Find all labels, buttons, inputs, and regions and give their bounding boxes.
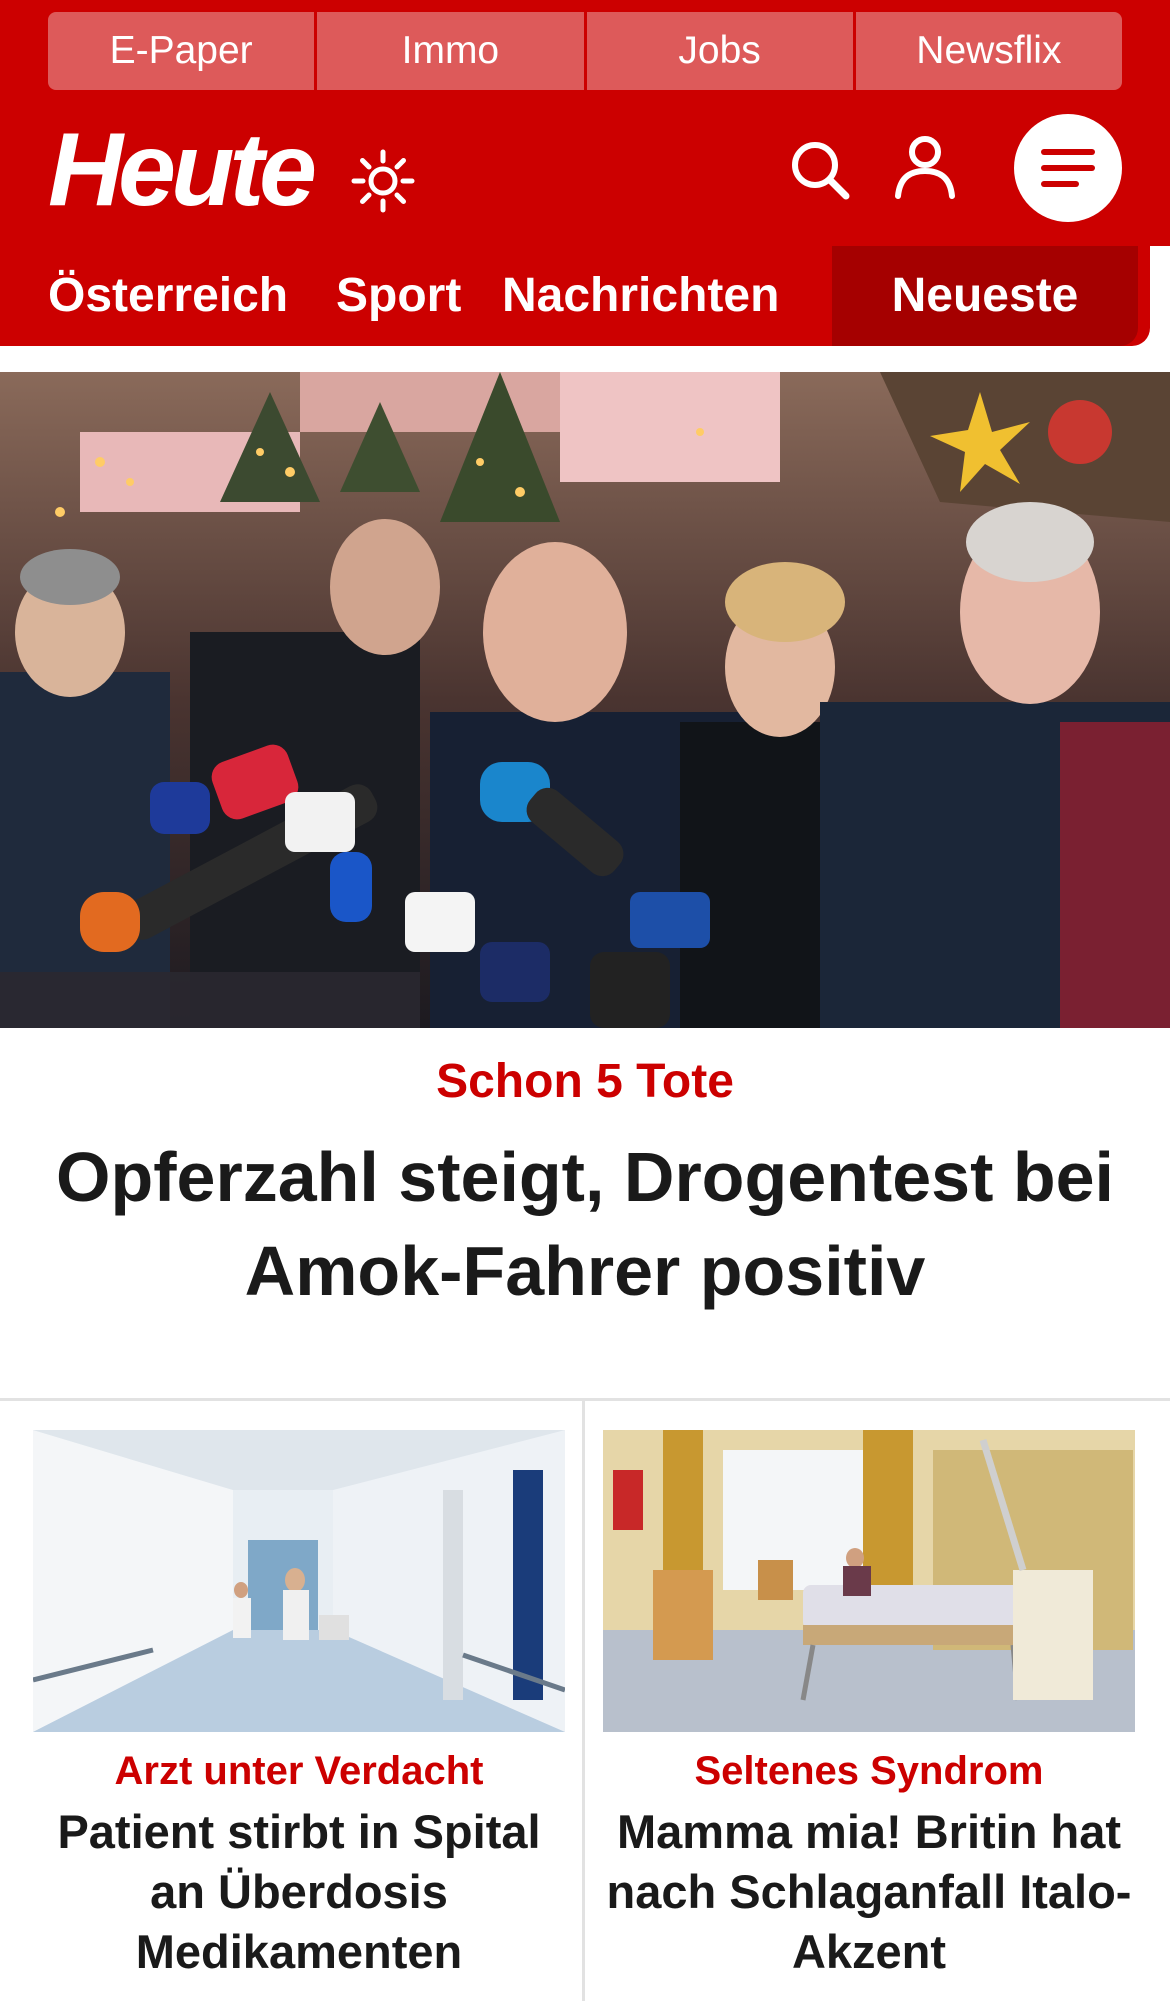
main-nav: Österreich Sport Nachrichten Neueste	[0, 246, 1150, 346]
top-link-jobs[interactable]: Jobs	[586, 12, 853, 90]
teaser-kicker: Seltenes Syndrom	[694, 1749, 1044, 1793]
user-icon[interactable]	[892, 134, 958, 200]
sun-icon[interactable]	[350, 148, 416, 214]
menu-icon	[1041, 149, 1095, 187]
hero-image[interactable]	[0, 372, 1170, 1028]
hero-title[interactable]: Opferzahl steigt, Drogentest bei Amok-Fa…	[20, 1130, 1150, 1318]
top-link-immo[interactable]: Immo	[317, 12, 584, 90]
teaser-image-hospital-corridor[interactable]	[33, 1430, 565, 1732]
nav-item-nachrichten[interactable]: Nachrichten	[502, 246, 779, 346]
top-links: E-Paper Immo Jobs Newsflix	[48, 12, 1122, 90]
teaser-card[interactable]: Arzt unter Verdacht Patient stirbt in Sp…	[33, 1430, 565, 1982]
teaser-kicker: Arzt unter Verdacht	[114, 1749, 484, 1793]
teaser-card[interactable]: Seltenes Syndrom Mamma mia! Britin hat n…	[603, 1430, 1135, 1982]
site-logo[interactable]: Heute	[48, 118, 317, 222]
section-divider	[0, 1398, 1170, 1401]
teaser-image-hospital-room[interactable]	[603, 1430, 1135, 1732]
teaser-title[interactable]: Mamma mia! Britin hat nach Schlaganfall …	[603, 1802, 1135, 1982]
teaser-title[interactable]: Patient stirbt in Spital an Überdosis Me…	[33, 1802, 565, 1982]
menu-button[interactable]	[1014, 114, 1122, 222]
nav-item-neueste[interactable]: Neueste	[832, 246, 1138, 346]
nav-item-oesterreich[interactable]: Österreich	[48, 246, 288, 346]
hero-kicker[interactable]: Schon 5 Tote	[0, 1054, 1170, 1109]
column-divider	[582, 1401, 585, 2001]
top-link-epaper[interactable]: E-Paper	[48, 12, 315, 90]
top-link-newsflix[interactable]: Newsflix	[855, 12, 1122, 90]
nav-item-sport[interactable]: Sport	[336, 246, 461, 346]
site-header: E-Paper Immo Jobs Newsflix Heute Österre…	[0, 0, 1170, 350]
search-icon[interactable]	[788, 138, 852, 202]
header-bar: E-Paper Immo Jobs Newsflix Heute	[0, 0, 1170, 246]
